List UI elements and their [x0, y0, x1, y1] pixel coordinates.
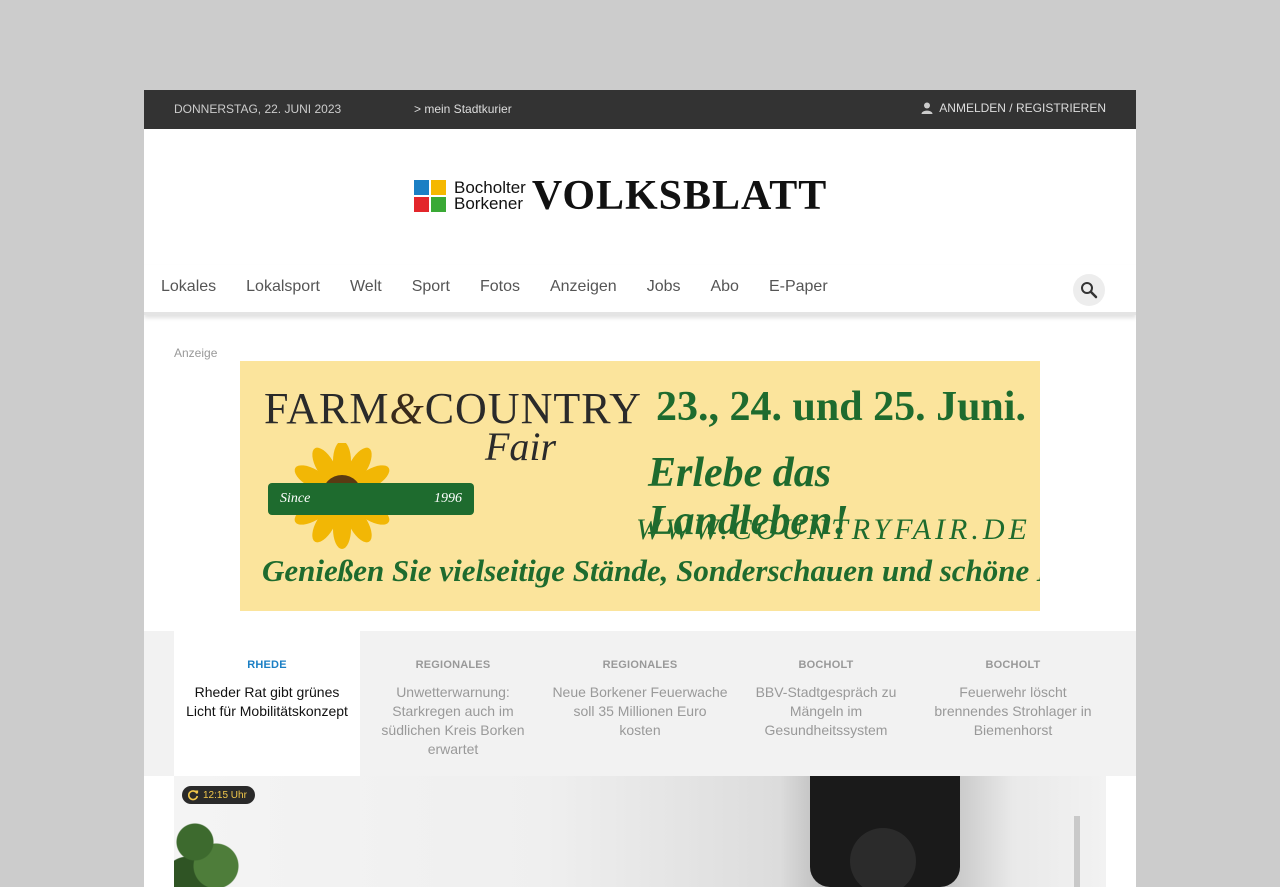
teaser-category: REGIONALES: [415, 659, 491, 671]
nav-item-anzeigen[interactable]: Anzeigen: [550, 278, 617, 296]
ad-label: Anzeige: [174, 346, 218, 360]
ad-farm-country-title: FARM&COUNTRY: [264, 383, 642, 434]
user-icon: [921, 102, 933, 114]
mein-stadtkurier-link[interactable]: > mein Stadtkurier: [414, 102, 512, 116]
teaser-item[interactable]: RHEDE Rheder Rat gibt grünes Licht für M…: [174, 631, 360, 776]
teaser-category: BOCHOLT: [985, 659, 1041, 671]
ad-since-year: 1996: [434, 491, 462, 506]
teaser-title: Unwetterwarnung: Starkregen auch im südl…: [381, 684, 525, 757]
logo-squares: [414, 180, 446, 212]
ad-since-banner: Since 1996: [268, 483, 474, 515]
ad-farm-word: FARM: [264, 384, 390, 433]
advertisement-banner[interactable]: FARM&COUNTRY Fair Since 1996 23., 24. un…: [240, 361, 1040, 611]
login-register-link[interactable]: ANMELDEN / REGISTRIEREN: [921, 101, 1106, 115]
hero-image-trees: [174, 810, 244, 887]
logo-square-red: [414, 197, 429, 212]
refresh-icon: [187, 790, 199, 801]
logo-city-names: Bocholter Borkener: [454, 179, 526, 213]
ad-bottom-text: Genießen Sie vielseitige Stände, Sonders…: [262, 553, 1040, 588]
current-date: DONNERSTAG, 22. JUNI 2023: [174, 102, 342, 116]
teaser-item[interactable]: BOCHOLT Feuerwehr löscht brennendes Stro…: [920, 631, 1106, 776]
hero-image-traffic-light: [810, 776, 960, 887]
teaser-item[interactable]: BOCHOLT BBV-Stadtgespräch zu Mängeln im …: [733, 631, 919, 776]
ad-since-label: Since: [280, 491, 311, 506]
ad-fair-word: Fair: [485, 424, 557, 469]
main-navigation: Lokales Lokalsport Welt Sport Fotos Anze…: [144, 265, 1136, 315]
hero-article-image[interactable]: 12:15 Uhr: [174, 776, 1106, 887]
logo-square-yellow: [431, 180, 446, 195]
nav-item-fotos[interactable]: Fotos: [480, 278, 520, 296]
nav-item-lokalsport[interactable]: Lokalsport: [246, 278, 320, 296]
teaser-title: Neue Borkener Feuerwache soll 35 Million…: [552, 684, 728, 738]
nav-item-epaper[interactable]: E-Paper: [769, 278, 828, 296]
teaser-item[interactable]: REGIONALES Unwetterwarnung: Starkregen a…: [360, 631, 546, 776]
nav-item-abo[interactable]: Abo: [710, 278, 738, 296]
ad-ampersand: &: [389, 384, 425, 433]
nav-item-welt[interactable]: Welt: [350, 278, 382, 296]
search-button[interactable]: [1073, 274, 1105, 306]
site-logo[interactable]: Bocholter Borkener VOLKSBLATT: [414, 173, 866, 219]
teaser-title: Feuerwehr löscht brennendes Strohlager i…: [934, 684, 1092, 738]
teaser-item[interactable]: REGIONALES Neue Borkener Feuerwache soll…: [547, 631, 733, 776]
ad-dates: 23., 24. und 25. Juni.: [656, 384, 1026, 430]
logo-square-green: [431, 197, 446, 212]
page: DONNERSTAG, 22. JUNI 2023 > mein Stadtku…: [144, 90, 1136, 887]
nav-item-sport[interactable]: Sport: [412, 278, 450, 296]
top-bar: DONNERSTAG, 22. JUNI 2023 > mein Stadtku…: [144, 90, 1136, 129]
logo-brand: VOLKSBLATT: [531, 173, 828, 219]
teaser-category: RHEDE: [247, 659, 287, 671]
teaser-category: BOCHOLT: [798, 659, 854, 671]
login-register-label: ANMELDEN / REGISTRIEREN: [939, 101, 1106, 115]
teaser-title: BBV-Stadtgespräch zu Mängeln im Gesundhe…: [755, 684, 897, 738]
nav-item-lokales[interactable]: Lokales: [161, 278, 216, 296]
search-icon: [1081, 282, 1098, 299]
logo-line-borkener: Borkener: [454, 194, 523, 213]
ad-url: WWW.COUNTRYFAIR.DE: [636, 513, 1031, 546]
update-time-badge: 12:15 Uhr: [182, 786, 255, 804]
logo-square-blue: [414, 180, 429, 195]
hero-image-pole: [1074, 816, 1080, 887]
update-time-label: 12:15 Uhr: [203, 789, 247, 801]
teaser-category: REGIONALES: [602, 659, 678, 671]
hero-image-lamp: [850, 828, 916, 887]
teaser-title: Rheder Rat gibt grünes Licht für Mobilit…: [186, 684, 348, 719]
nav-item-jobs[interactable]: Jobs: [647, 278, 681, 296]
